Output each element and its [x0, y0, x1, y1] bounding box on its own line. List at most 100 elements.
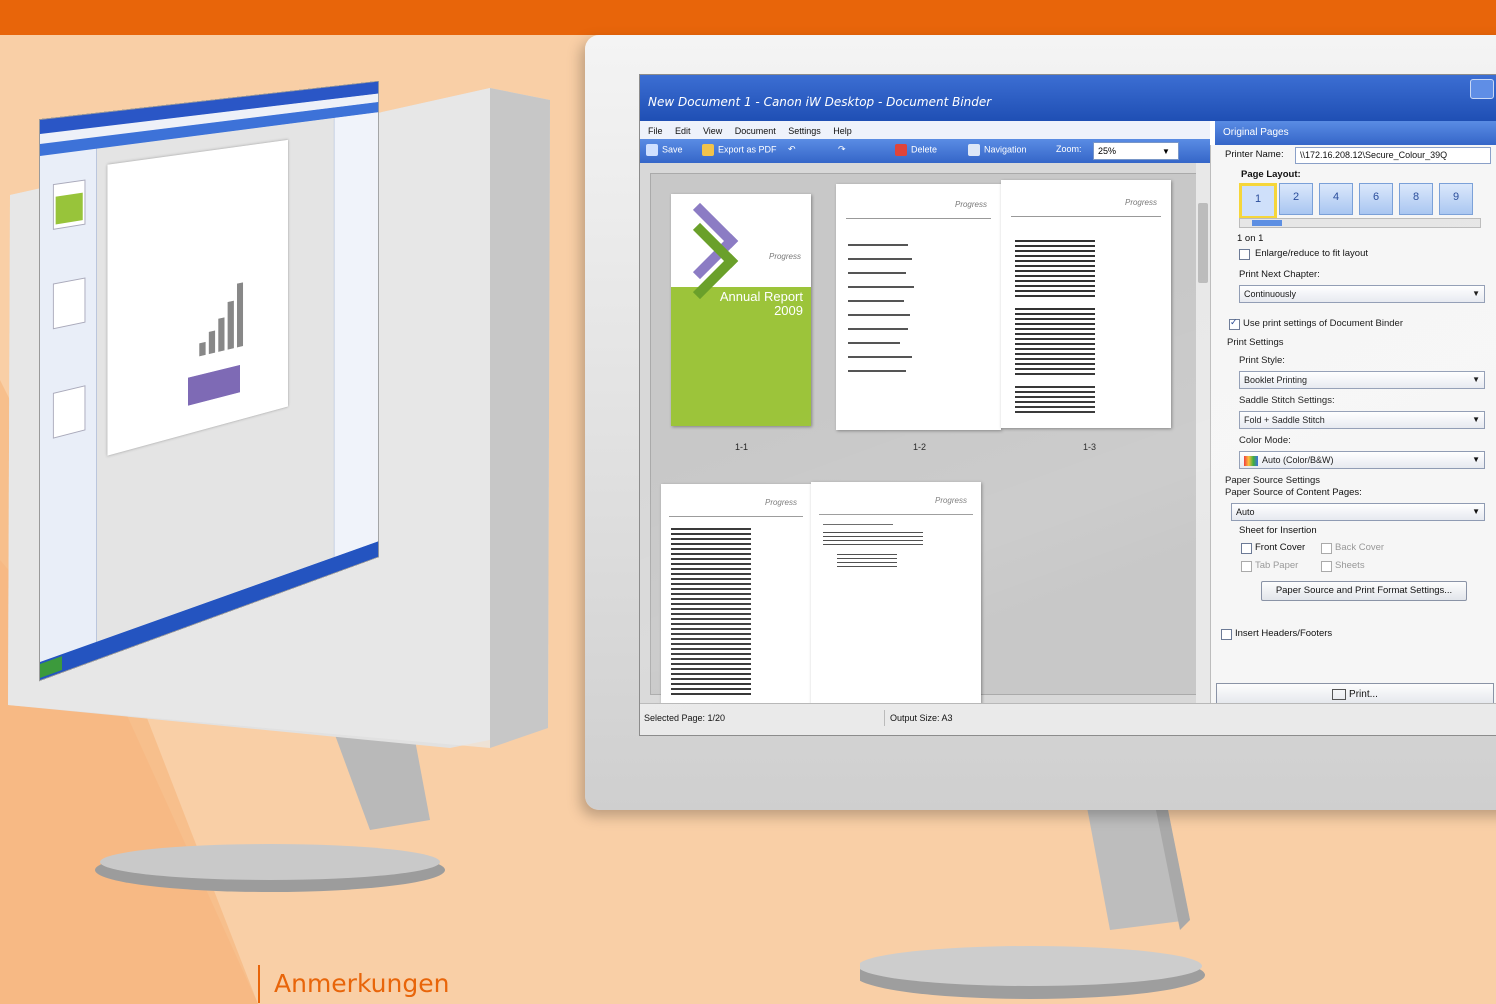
enlarge-label: Enlarge/reduce to fit layout	[1255, 248, 1369, 259]
navigation-label: Navigation	[984, 144, 1027, 155]
output-size-status: Output Size: A3	[890, 713, 953, 723]
page-label: 1-1	[735, 442, 749, 452]
delete-icon	[895, 144, 907, 156]
save-label: Save	[662, 144, 683, 155]
layout-8-on-1[interactable]: 8	[1399, 183, 1433, 215]
menu-document[interactable]: Document	[735, 126, 776, 136]
chevron-down-icon[interactable]: ▼	[1162, 147, 1170, 156]
insert-headers-checkbox[interactable]	[1221, 629, 1232, 640]
print-label: Print...	[1349, 689, 1378, 700]
enlarge-checkbox[interactable]	[1239, 249, 1250, 260]
menu-help[interactable]: Help	[833, 126, 852, 136]
saddle-stitch-select[interactable]: Fold + Saddle Stitch ▼	[1239, 411, 1485, 429]
navigation-button[interactable]: Navigation	[968, 144, 1027, 156]
chevron-down-icon: ▼	[1472, 455, 1480, 464]
tab-paper-label: Tab Paper	[1255, 560, 1299, 571]
left-thumb-page[interactable]	[52, 385, 86, 439]
insert-headers-label: Insert Headers/Footers	[1235, 628, 1333, 639]
print-settings-panel: Printer Name: \\172.16.208.12\Secure_Col…	[1210, 145, 1496, 703]
page-thumb-cover[interactable]: Progress Annual Report 2009	[661, 194, 811, 426]
left-thumb-cover[interactable]	[52, 179, 86, 230]
left-document-view[interactable]	[96, 117, 334, 642]
page-thumb-text[interactable]: Progress	[1001, 180, 1171, 428]
page-label: 1-2	[913, 442, 927, 452]
save-button[interactable]: Save	[646, 144, 683, 156]
delete-button[interactable]: Delete	[895, 144, 937, 156]
window-titlebar[interactable]: New Document 1 - Canon iW Desktop - Docu…	[640, 75, 1496, 121]
left-page-bar-chart	[199, 270, 261, 357]
pdf-icon	[702, 144, 714, 156]
printer-name-field[interactable]: \\172.16.208.12\Secure_Colour_39Q	[1295, 147, 1491, 164]
front-cover-label: Front Cover	[1255, 542, 1306, 553]
left-page-table	[188, 364, 241, 406]
menu-file[interactable]: File	[648, 126, 663, 136]
back-cover-label: Back Cover	[1335, 542, 1385, 553]
cover-title: Annual Report 2009	[719, 289, 803, 318]
color-palette-icon	[1244, 455, 1258, 466]
left-page	[107, 139, 289, 456]
minimize-button[interactable]	[1470, 79, 1494, 99]
left-properties-pane[interactable]	[333, 112, 379, 558]
save-icon	[646, 144, 658, 156]
sheets-checkbox[interactable]	[1321, 561, 1332, 572]
color-mode-label: Color Mode:	[1239, 435, 1291, 446]
zoom-label: Zoom:	[1056, 144, 1082, 154]
delete-label: Delete	[911, 144, 938, 155]
layout-4-on-1[interactable]: 4	[1319, 183, 1353, 215]
menu-settings[interactable]: Settings	[788, 126, 821, 136]
page-logo: Progress	[954, 200, 987, 209]
print-style-select[interactable]: Booklet Printing ▼	[1239, 371, 1485, 389]
redo-icon[interactable]: ↷	[838, 144, 846, 155]
menu-view[interactable]: View	[703, 126, 722, 136]
workspace-scrollbar[interactable]	[1196, 163, 1210, 703]
left-monitor	[0, 0, 560, 900]
layout-1-on-1[interactable]: 1	[1239, 183, 1277, 219]
next-chapter-select[interactable]: Continuously ▼	[1239, 285, 1485, 303]
use-print-settings-label: Use print settings of Document Binder	[1243, 318, 1403, 329]
layout-scrollbar[interactable]	[1239, 218, 1481, 228]
print-style-label: Print Style:	[1239, 355, 1285, 366]
page-thumb-text[interactable]: Progress	[811, 482, 981, 704]
page-canvas[interactable]: Progress Annual Report 2009 1-1 Progress	[650, 173, 1197, 704]
page-layout-label: Page Layout:	[1241, 169, 1301, 180]
caption: Anmerkungen	[258, 965, 449, 1003]
layout-6-on-1[interactable]: 6	[1359, 183, 1393, 215]
layout-value: 1 on 1	[1237, 233, 1264, 244]
printer-name-label: Printer Name:	[1225, 149, 1284, 160]
undo-icon[interactable]: ↶	[788, 144, 796, 155]
layout-2-on-1[interactable]: 2	[1279, 183, 1313, 215]
page-thumb-toc[interactable]: Progress	[836, 184, 1001, 430]
export-label: Export as PDF	[718, 144, 777, 155]
page-layout-options: 1 2 4 6 8 9	[1239, 183, 1487, 219]
color-mode-select[interactable]: Auto (Color/B&W) ▼	[1239, 451, 1485, 469]
left-thumbnail-pane[interactable]	[40, 148, 97, 662]
tab-paper-checkbox[interactable]	[1241, 561, 1252, 572]
status-bar: Selected Page: 1/20 Output Size: A3	[640, 703, 1496, 735]
paper-source-settings-button[interactable]: Paper Source and Print Format Settings..…	[1261, 581, 1467, 601]
paper-source-content-label: Paper Source of Content Pages:	[1225, 487, 1362, 498]
page-logo: Progress	[934, 496, 967, 505]
cover-logo: Progress	[768, 252, 801, 261]
page-logo: Progress	[764, 498, 797, 507]
window-title: New Document 1 - Canon iW Desktop - Docu…	[648, 95, 992, 109]
back-cover-checkbox[interactable]	[1321, 543, 1332, 554]
paper-source-select[interactable]: Auto ▼	[1231, 503, 1485, 521]
chevron-down-icon: ▼	[1472, 415, 1480, 424]
menu-edit[interactable]: Edit	[675, 126, 691, 136]
left-thumb-page[interactable]	[52, 277, 86, 330]
original-pages-tab[interactable]: Original Pages	[1215, 121, 1496, 145]
layout-9-on-1[interactable]: 9	[1439, 183, 1473, 215]
sheet-insertion-label: Sheet for Insertion	[1239, 525, 1317, 536]
navigation-icon	[968, 144, 980, 156]
page-workspace[interactable]: Progress Annual Report 2009 1-1 Progress	[640, 163, 1210, 704]
page-label: 1-3	[1083, 442, 1097, 452]
printer-icon	[1332, 688, 1347, 700]
use-print-settings-checkbox[interactable]	[1229, 317, 1240, 330]
export-pdf-button[interactable]: Export as PDF	[702, 144, 777, 156]
toolbar: Save Export as PDF ↶ ↷ Delete Navigation…	[640, 139, 1210, 163]
chevron-down-icon: ▼	[1472, 507, 1480, 516]
front-cover-checkbox[interactable]	[1241, 543, 1252, 554]
page-thumb-text[interactable]: Progress	[661, 484, 811, 704]
sheets-label: Sheets	[1335, 560, 1365, 571]
right-screen: New Document 1 - Canon iW Desktop - Docu…	[640, 75, 1496, 735]
